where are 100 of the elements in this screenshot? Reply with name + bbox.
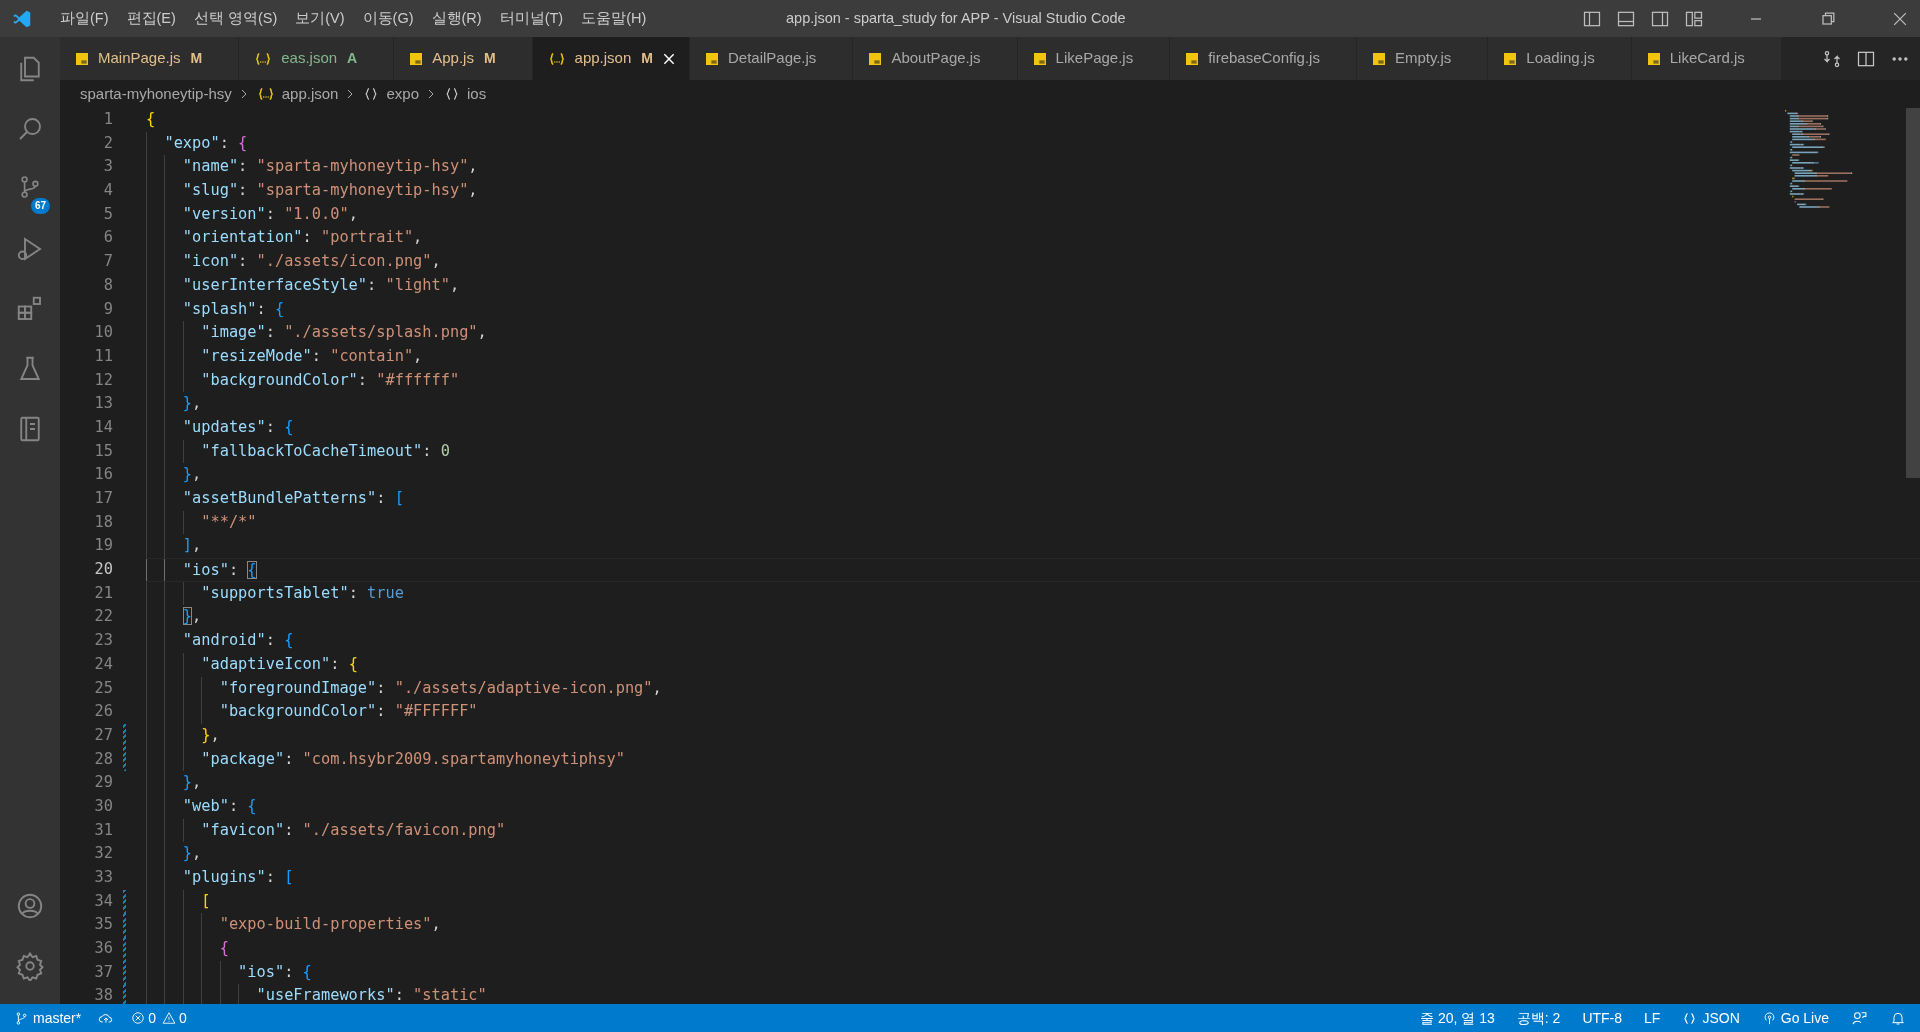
js-file-icon [704,50,720,67]
menu-item[interactable]: 도움말(H) [572,3,656,34]
settings-icon[interactable] [15,951,45,981]
menu-item[interactable]: 편집(E) [117,3,185,34]
go-live-button[interactable]: Go Live [1780,1007,1829,1029]
scrollbar-thumb[interactable] [1906,108,1920,478]
git-status-letter: M [190,49,203,68]
line-number: 36 [93,938,113,960]
code-line: }, [200,724,220,746]
line-number: 2 [102,132,113,154]
code-line: }, [181,843,202,865]
breadcrumb-item[interactable]: app.json [281,82,339,106]
tab-label: app.json [574,48,632,69]
line-number: 18 [93,511,113,533]
warning-icon[interactable] [162,1011,177,1025]
tab-label: LikeCard.js [1669,48,1745,69]
status-item[interactable]: UTF-8 [1582,1007,1623,1029]
line-number: 13 [93,393,113,415]
code-line: [ [200,890,211,912]
compare-changes-icon[interactable] [1822,48,1842,69]
tab-label: LikePage.js [1055,48,1134,69]
editor-tab[interactable]: app.json M [532,37,690,80]
code-line: "favicon": "./assets/favicon.png" [200,819,506,841]
code-line: ], [181,535,202,557]
code-line: "icon": "./assets/icon.png", [181,251,441,273]
code-line: "useFrameworks": "static" [255,985,487,1004]
branch-name[interactable]: master* [33,1007,82,1029]
breadcrumb-item[interactable]: sparta-myhoneytip-hsy [80,82,232,106]
error-icon[interactable] [131,1011,146,1025]
tab-label: AboutPage.js [891,48,981,69]
code-line: "backgroundColor": "#ffffff" [200,369,460,391]
editor-tab[interactable]: Empty.js [1356,37,1489,80]
editor-tab[interactable]: App.js M [394,37,533,80]
code-line: "orientation": "portrait", [181,227,423,249]
code-line: }, [181,606,202,628]
line-number: 1 [102,109,113,130]
object-braces-icon[interactable] [1682,1010,1698,1026]
code-line: "fallbackToCacheTimeout": 0 [200,440,450,462]
line-number: 16 [93,464,113,486]
tab-label: Empty.js [1394,48,1452,69]
editor-tab[interactable]: AboutPage.js [853,37,1018,80]
line-number: 19 [93,535,113,557]
menu-item[interactable]: 이동(G) [353,3,423,34]
code-line: { [218,938,229,960]
code-line: "plugins": [ [181,867,294,888]
line-number: 14 [93,416,113,438]
line-number: 17 [93,488,113,509]
error-count[interactable]: 0 [148,1007,157,1029]
line-number: 23 [93,630,113,652]
code-line: "userInterfaceStyle": "light", [181,274,460,296]
line-number: 26 [93,701,113,723]
editor-tab[interactable]: DetailPage.js [690,37,854,80]
editor-tab[interactable]: Loading.js [1488,37,1632,80]
code-line: "package": "com.hsybr2009.spartamyhoneytiphsy" [200,748,625,770]
menu-item[interactable]: 보기(V) [286,3,354,34]
editor-tab[interactable]: firebaseConfig.js [1170,37,1357,80]
code-line: "resizeMode": "contain", [200,345,423,367]
code-line: "web": { [181,795,257,817]
editor-tab[interactable]: LikeCard.js [1631,37,1782,80]
code-line: { [146,109,156,130]
tab-label: firebaseConfig.js [1208,48,1320,69]
menu-item[interactable]: 선택 영역(S) [184,3,287,34]
warning-count[interactable]: 0 [179,1007,187,1029]
tab-label: App.js [432,48,474,69]
line-number: 29 [93,772,113,794]
line-number: 21 [93,582,113,604]
account-icon[interactable] [15,891,45,921]
breadcrumb-item[interactable]: expo [386,82,419,106]
notification-badge: 67 [31,198,51,214]
status-item[interactable]: LF [1644,1007,1661,1029]
editor-tab[interactable]: LikePage.js [1017,37,1171,80]
line-number: 35 [93,914,113,936]
menu-item[interactable]: 실행(R) [422,3,491,34]
branch-icon[interactable] [14,1010,29,1026]
js-file-icon [1645,50,1662,67]
bell-icon[interactable] [1890,1010,1906,1026]
line-number: 28 [93,748,113,770]
js-file-icon [867,50,884,67]
line-number: 5 [102,203,113,225]
editor-tab[interactable]: eas.json A [239,37,395,80]
menu-item[interactable]: 파일(F) [51,3,118,34]
breadcrumb-item[interactable]: ios [467,82,487,106]
line-number: 7 [102,251,113,273]
line-number: 30 [93,795,113,817]
js-file-icon [1502,50,1519,67]
menu-item[interactable]: 터미널(T) [490,3,573,34]
code-line: "adaptiveIcon": { [200,653,358,675]
code-line: "expo-build-properties", [218,914,441,936]
line-number: 22 [93,606,113,628]
editor-tab[interactable]: MainPage.js M [60,37,240,80]
feedback-icon[interactable] [1851,1009,1868,1027]
code-line: }, [181,464,202,486]
line-number: 8 [102,274,113,296]
line-number: 11 [93,345,113,367]
line-number: 34 [93,890,113,912]
status-item[interactable]: 줄 20, 열 13 [1420,1007,1495,1029]
js-file-icon [74,50,90,67]
status-item[interactable]: 공백: 2 [1516,1007,1561,1029]
code-line: "**/*" [200,511,257,533]
language-mode[interactable]: JSON [1702,1007,1740,1029]
